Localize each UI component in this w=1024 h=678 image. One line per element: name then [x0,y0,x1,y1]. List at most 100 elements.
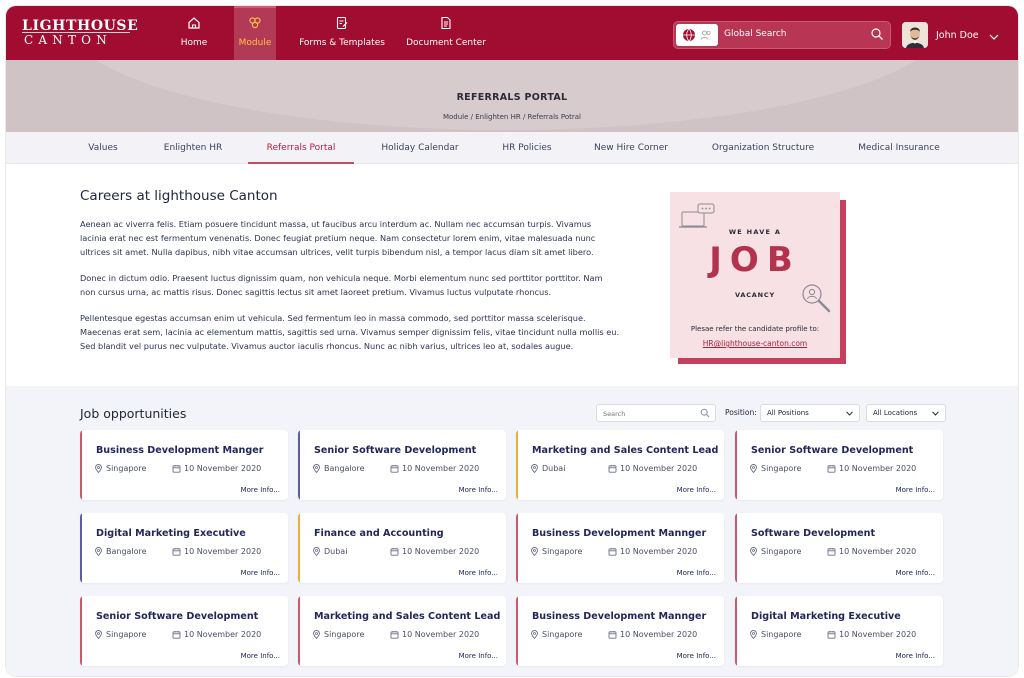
job-date: 10 November 2020 [608,630,697,639]
hr-email-link[interactable]: HR@lighthouse-canton.com [670,339,840,348]
tab-new-hire-corner[interactable]: New Hire Corner [590,132,672,164]
job-date: 10 November 2020 [608,547,697,556]
search-icon[interactable] [700,408,710,418]
job-card[interactable]: Finance and Accounting Dubai 10 November 2… [298,513,506,583]
job-card[interactable]: Senior Software Development Singapore 10 N… [735,430,943,500]
more-info-link[interactable]: More Info... [896,569,935,577]
more-info-link[interactable]: More Info... [241,652,280,660]
location-pin-icon [531,630,538,639]
more-info-link[interactable]: More Info... [459,569,498,577]
calendar-icon [172,548,181,556]
job-card[interactable]: Digital Marketing Executive Bangalore 10 N… [80,513,288,583]
calendar-icon [827,548,836,556]
job-card[interactable]: Senior Software Development Bangalore 10 N… [298,430,506,500]
more-info-link[interactable]: More Info... [459,652,498,660]
job-title[interactable]: Business Development Mannger [532,611,706,622]
poster-we-have: WE HAVE A [728,228,782,236]
more-info-link[interactable]: More Info... [677,569,716,577]
job-location: Dubai [312,547,347,556]
chevron-down-icon[interactable] [989,34,999,40]
location-pin-icon [95,630,102,639]
calendar-icon [608,548,617,556]
job-card[interactable]: Marketing and Sales Content Lead Singapor… [298,596,506,666]
app-frame: LIGHTHOUSE CANTON Home Module Forms & Te… [6,6,1018,676]
job-title[interactable]: Senior Software Development [96,611,258,622]
job-title[interactable]: Marketing and Sales Content Lead [532,445,718,456]
more-info-link[interactable]: More Info... [241,569,280,577]
more-info-link[interactable]: More Info... [896,486,935,494]
job-location-text: Singapore [761,464,802,473]
job-location: Dubai [530,464,565,473]
module-icon [249,17,261,29]
avatar [902,22,928,48]
job-title[interactable]: Business Development Mannger [532,528,706,539]
job-card[interactable]: Business Development Mannger Singapore 10 … [516,596,724,666]
job-date-text: 10 November 2020 [184,464,262,473]
calendar-icon [390,631,399,639]
globe-icon [683,28,695,42]
nav-document-center[interactable]: Document Center [404,6,488,60]
tab-values[interactable]: Values [78,132,128,164]
more-info-link[interactable]: More Info... [241,486,280,494]
job-vacancy-poster: WE HAVE A JOB VACANCY Plesae refer the c… [670,192,854,370]
location-pin-icon [750,464,757,473]
location-select-value: All Locations [873,409,918,417]
job-card[interactable]: Business Development Mannger Singapore 10 … [516,513,724,583]
more-info-link[interactable]: More Info... [677,652,716,660]
job-location: Singapore [749,547,801,556]
job-title[interactable]: Senior Software Development [751,445,913,456]
poster-card: WE HAVE A JOB VACANCY Plesae refer the c… [670,192,840,358]
job-title[interactable]: Digital Marketing Executive [96,528,246,539]
job-card[interactable]: Business Development Manger Singapore 10 N… [80,430,288,500]
search-scope-toggle[interactable] [676,24,718,46]
job-title[interactable]: Business Development Manger [96,445,263,456]
nav-home[interactable]: Home [174,6,214,60]
job-title[interactable]: Digital Marketing Executive [751,611,901,622]
job-location-text: Singapore [106,464,147,473]
chevron-down-icon [932,411,939,416]
location-select[interactable]: All Locations [866,404,946,422]
tab-organization-structure[interactable]: Organization Structure [706,132,820,164]
nav-module-label: Module [238,38,272,48]
more-info-link[interactable]: More Info... [677,486,716,494]
job-card[interactable]: Marketing and Sales Content Lead Dubai 10 … [516,430,724,500]
job-date-text: 10 November 2020 [839,547,917,556]
global-search[interactable]: Global Search [674,22,890,48]
nav-forms-templates[interactable]: Forms & Templates [298,6,386,60]
job-card[interactable]: Digital Marketing Executive Singapore 10 N… [735,596,943,666]
tab-medical-insurance[interactable]: Medical Insurance [854,132,944,164]
job-title[interactable]: Finance and Accounting [314,528,444,539]
job-title[interactable]: Senior Software Development [314,445,476,456]
job-title[interactable]: Marketing and Sales Content Lead [314,611,500,622]
more-info-link[interactable]: More Info... [896,652,935,660]
job-date-text: 10 November 2020 [184,547,262,556]
tab-referrals-portal[interactable]: Referrals Portal [248,132,354,164]
tab-hr-policies[interactable]: HR Policies [496,132,558,164]
more-info-link[interactable]: More Info... [459,486,498,494]
job-title[interactable]: Software Development [751,528,875,539]
location-pin-icon [313,464,320,473]
nav-module[interactable]: Module [234,6,276,60]
job-card[interactable]: Software Development Singapore 10 November… [735,513,943,583]
search-input[interactable]: Global Search [724,29,787,39]
forms-icon [336,16,348,30]
job-card[interactable]: Senior Software Development Singapore 10 N… [80,596,288,666]
job-card-accent [80,513,82,583]
job-date-text: 10 November 2020 [402,547,480,556]
search-icon[interactable] [870,27,884,41]
user-menu[interactable]: John Doe [902,21,979,49]
job-card-accent [516,430,518,500]
brand-logo[interactable]: LIGHTHOUSE CANTON [20,16,140,50]
tab-enlighten-hr[interactable]: Enlighten HR [158,132,228,164]
job-location-text: Singapore [324,630,365,639]
job-search[interactable] [596,404,716,422]
job-date: 10 November 2020 [390,464,479,473]
tab-holiday-calendar[interactable]: Holiday Calendar [376,132,464,164]
job-date: 10 November 2020 [827,630,916,639]
position-select[interactable]: All Positions [760,404,860,422]
nav-home-label: Home [180,38,208,48]
job-date-text: 10 November 2020 [839,464,917,473]
job-date: 10 November 2020 [172,464,261,473]
position-label: Position: [725,408,757,417]
job-search-input[interactable] [603,408,693,419]
